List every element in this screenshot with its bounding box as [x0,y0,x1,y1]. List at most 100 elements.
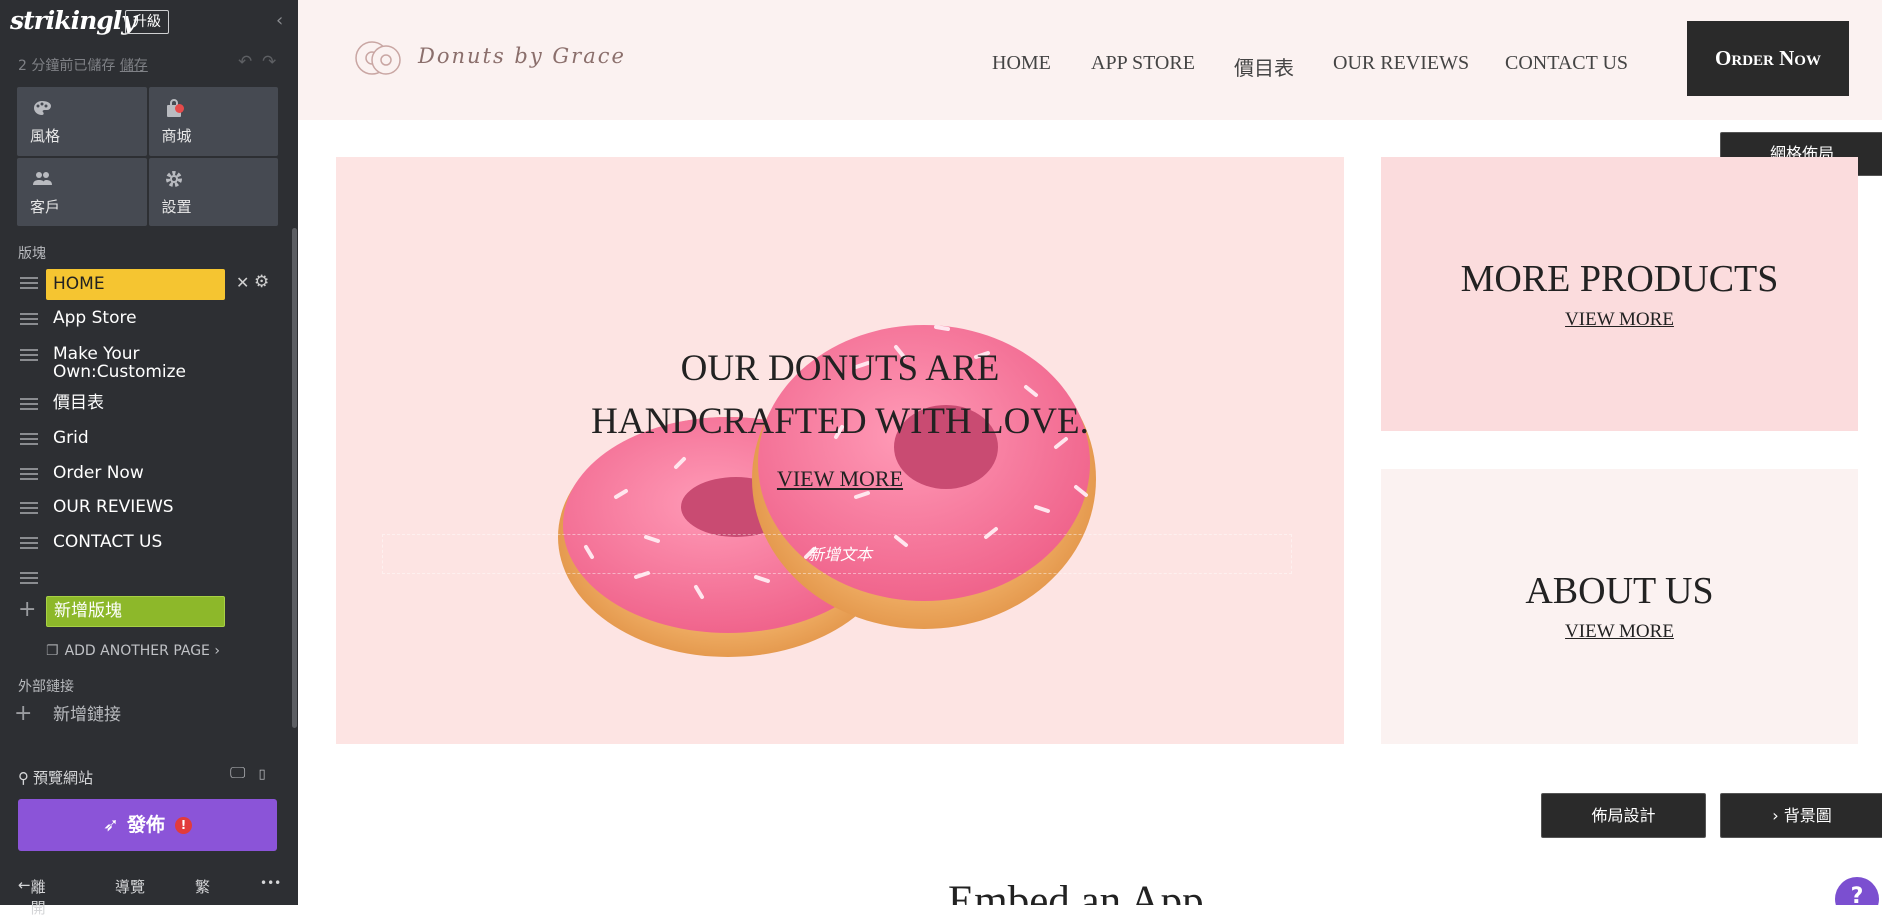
alert-icon: ! [174,817,192,834]
sidebar-item-empty[interactable] [18,564,288,594]
pages-icon: ❐ [46,643,59,659]
tile-label: 設置 [161,197,192,216]
settings-tile[interactable]: 設置 [148,157,278,226]
sidebar-item-label[interactable]: HOME [46,269,225,300]
drag-handle-icon[interactable] [20,572,38,584]
collapse-sidebar-icon[interactable]: ‹ [276,12,290,30]
donut-logo-icon [355,41,401,75]
add-section-button[interactable]: 新增版塊 [46,596,225,627]
rocket-icon: ➶ [103,814,119,836]
palette-icon [34,101,51,115]
plus-icon: + [18,597,37,622]
background-image-button[interactable]: › 背景圖 [1720,793,1882,838]
order-now-button[interactable]: Order Now [1687,21,1849,96]
tile-label: 商城 [161,127,192,145]
hero-title-line-1: OUR DONUTS ARE [680,348,1000,389]
publish-label: 發佈 [126,814,165,836]
hero-tile[interactable]: OUR DONUTS ARE HANDCRAFTED WITH LOVE. VI… [336,157,1344,744]
card-view-more-link[interactable]: VIEW MORE [1381,621,1858,643]
mobile-icon[interactable]: ▯ [259,767,266,782]
preview-site-button[interactable]: ⚲ 預覽網站 [18,767,93,788]
sections-heading: 版塊 [18,246,46,262]
layout-design-button[interactable]: 佈局設計 [1541,793,1706,838]
menu-item-our-reviews[interactable]: OUR REVIEWS [1333,52,1469,75]
drag-handle-icon[interactable] [20,433,38,445]
tile-label: 風格 [30,127,61,145]
sidebar-item-order-now[interactable]: Order Now [18,460,288,490]
undo-icon[interactable]: ↶ [238,52,252,72]
language-button[interactable]: 繁 [195,876,210,897]
brand-name[interactable]: Donuts by Grace [418,44,626,68]
menu-item-home[interactable]: HOME [992,52,1051,75]
sidebar-item-our-reviews[interactable]: OUR REVIEWS [18,494,288,524]
style-tile[interactable]: 風格 [17,87,147,156]
add-link-button[interactable]: 新增鏈接 [53,706,121,724]
hero-title-line-2: HANDCRAFTED WITH LOVE. [591,401,1089,442]
card-title: MORE PRODUCTS [1460,258,1779,300]
donuts-image [558,325,1096,657]
drag-handle-icon[interactable] [20,502,38,514]
about-us-card[interactable]: ABOUT US VIEW MORE [1381,469,1858,744]
strikingly-logo: strikingly [10,6,136,35]
card-view-more-link[interactable]: VIEW MORE [1381,309,1858,331]
editor-sidebar: strikingly 升級 ‹ 2 分鐘前已儲存 儲存 ↶ ↷ 風格 商城 客戶… [0,0,298,917]
tile-label: 客戶 [30,197,61,216]
sidebar-item-label: CONTACT US [53,532,163,552]
users-icon [33,171,52,185]
add-text-placeholder[interactable]: 新增文本 [336,541,1344,565]
drag-handle-icon[interactable] [20,277,38,289]
sidebar-item-label: OUR REVIEWS [53,497,174,517]
search-icon: ⚲ [18,769,29,787]
store-notification-dot [175,104,184,113]
card-title: ABOUT US [1525,570,1714,612]
site-header: Donuts by Grace HOME APP STORE 價目表 OUR R… [298,0,1882,120]
sidebar-item-label: Order Now [53,463,144,483]
settings-tiles: 風格 商城 客戶 設置 [17,87,278,226]
sidebar-item-price-list[interactable]: 價目表 [18,390,288,420]
sidebar-item-home[interactable]: HOME ✕ ⚙ [18,269,288,300]
exit-label: 離開 [30,878,46,917]
hero-view-more-link[interactable]: VIEW MORE [336,466,1344,492]
drag-handle-icon[interactable] [20,349,38,361]
drag-handle-icon[interactable] [20,313,38,325]
desktop-icon[interactable]: 🖵 [230,763,245,782]
menu-item-contact-us[interactable]: CONTACT US [1505,52,1628,75]
sidebar-item-grid[interactable]: Grid [18,425,288,455]
customers-tile[interactable]: 客戶 [17,157,147,226]
exit-button[interactable]: ← 離開 [18,876,46,917]
sidebar-item-label: App Store [53,308,137,328]
drag-handle-icon[interactable] [20,537,38,549]
gear-icon [165,170,182,187]
more-icon[interactable]: ••• [260,876,281,890]
upgrade-button[interactable]: 升級 [125,10,169,34]
sidebar-item-label: Make Your Own:Customize [53,344,187,382]
sidebar-item-app-store[interactable]: App Store [18,305,288,335]
hero-title[interactable]: OUR DONUTS ARE HANDCRAFTED WITH LOVE. [336,342,1344,448]
chevron-right-icon: › [1772,806,1779,825]
gear-icon[interactable]: ⚙ [254,272,269,292]
guide-button[interactable]: 導覽 [115,876,145,897]
sidebar-item-contact-us[interactable]: CONTACT US [18,529,288,559]
external-links-heading: 外部鏈接 [18,679,74,695]
redo-icon[interactable]: ↷ [262,52,276,72]
store-tile[interactable]: 商城 [148,87,278,156]
drag-handle-icon[interactable] [20,468,38,480]
publish-button[interactable]: ➶ 發佈! [18,799,277,851]
close-icon[interactable]: ✕ [236,273,249,292]
help-button[interactable]: ? [1835,877,1879,905]
sidebar-scrollbar[interactable] [292,228,297,728]
sidebar-item-label: Grid [53,428,89,448]
next-section-heading[interactable]: Embed an App [948,877,1204,905]
sidebar-item-make-your-own[interactable]: Make Your Own:Customize [18,341,288,381]
save-link[interactable]: 儲存 [120,58,148,74]
add-page-link[interactable]: ❐ ADD ANOTHER PAGE › [46,643,220,659]
saved-time-text: 2 分鐘前已儲存 [18,58,116,74]
drag-handle-icon[interactable] [20,398,38,410]
save-status: 2 分鐘前已儲存 儲存 [18,55,148,75]
sidebar-item-label: 價目表 [53,393,104,413]
menu-item-price-list[interactable]: 價目表 [1234,52,1294,81]
preview-label: 預覽網站 [33,769,94,787]
site-preview: Donuts by Grace HOME APP STORE 價目表 OUR R… [298,0,1882,905]
menu-item-app-store[interactable]: APP STORE [1091,52,1195,75]
more-products-card[interactable]: MORE PRODUCTS VIEW MORE [1381,157,1858,431]
